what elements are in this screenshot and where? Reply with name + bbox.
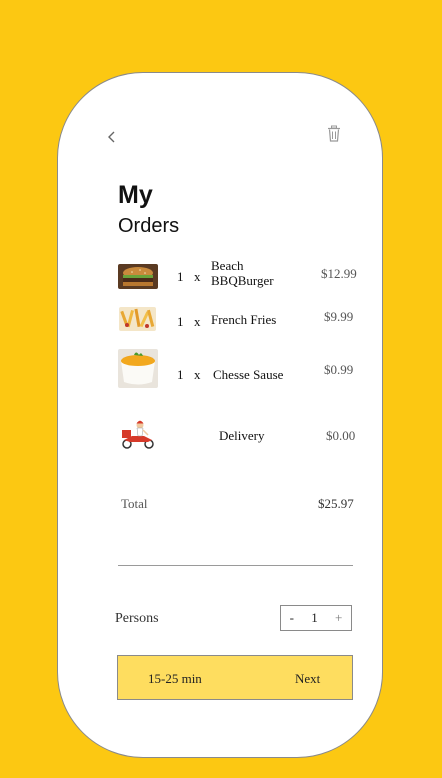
chevron-left-icon[interactable] bbox=[105, 128, 119, 146]
delivery-scooter-icon bbox=[118, 418, 158, 450]
page-subtitle: Orders bbox=[118, 215, 180, 237]
sauce-image bbox=[118, 349, 158, 388]
delivery-eta: 15-25 min bbox=[148, 671, 202, 686]
burger-image bbox=[118, 264, 158, 289]
total-label: Total bbox=[121, 496, 148, 511]
next-button[interactable]: Next bbox=[295, 671, 320, 687]
persons-stepper[interactable]: - 1 + bbox=[280, 605, 352, 631]
total-value: $25.97 bbox=[318, 496, 354, 511]
delivery-label: Delivery bbox=[219, 428, 265, 443]
order-price: $9.99 bbox=[324, 309, 354, 324]
order-item-name: Beach BBQBurger bbox=[211, 258, 274, 288]
fries-image bbox=[119, 307, 156, 331]
persons-count: 1 bbox=[311, 610, 318, 625]
order-price: $0.99 bbox=[324, 362, 354, 377]
order-qty: 1 bbox=[177, 367, 184, 382]
trash-icon[interactable] bbox=[326, 125, 342, 143]
order-times: x bbox=[194, 269, 201, 284]
order-qty: 1 bbox=[177, 314, 184, 329]
order-item-name: French Fries bbox=[211, 312, 277, 327]
page-title: My bbox=[118, 181, 153, 209]
order-times: x bbox=[194, 367, 201, 382]
delivery-price: $0.00 bbox=[326, 428, 356, 443]
order-qty: 1 bbox=[177, 269, 184, 284]
increment-button[interactable]: + bbox=[335, 610, 342, 626]
decrement-button[interactable]: - bbox=[290, 610, 294, 626]
divider bbox=[118, 565, 353, 566]
order-times: x bbox=[194, 314, 201, 329]
order-price: $12.99 bbox=[321, 266, 357, 281]
persons-label: Persons bbox=[115, 611, 159, 626]
order-item-name: Chesse Sause bbox=[213, 367, 284, 382]
